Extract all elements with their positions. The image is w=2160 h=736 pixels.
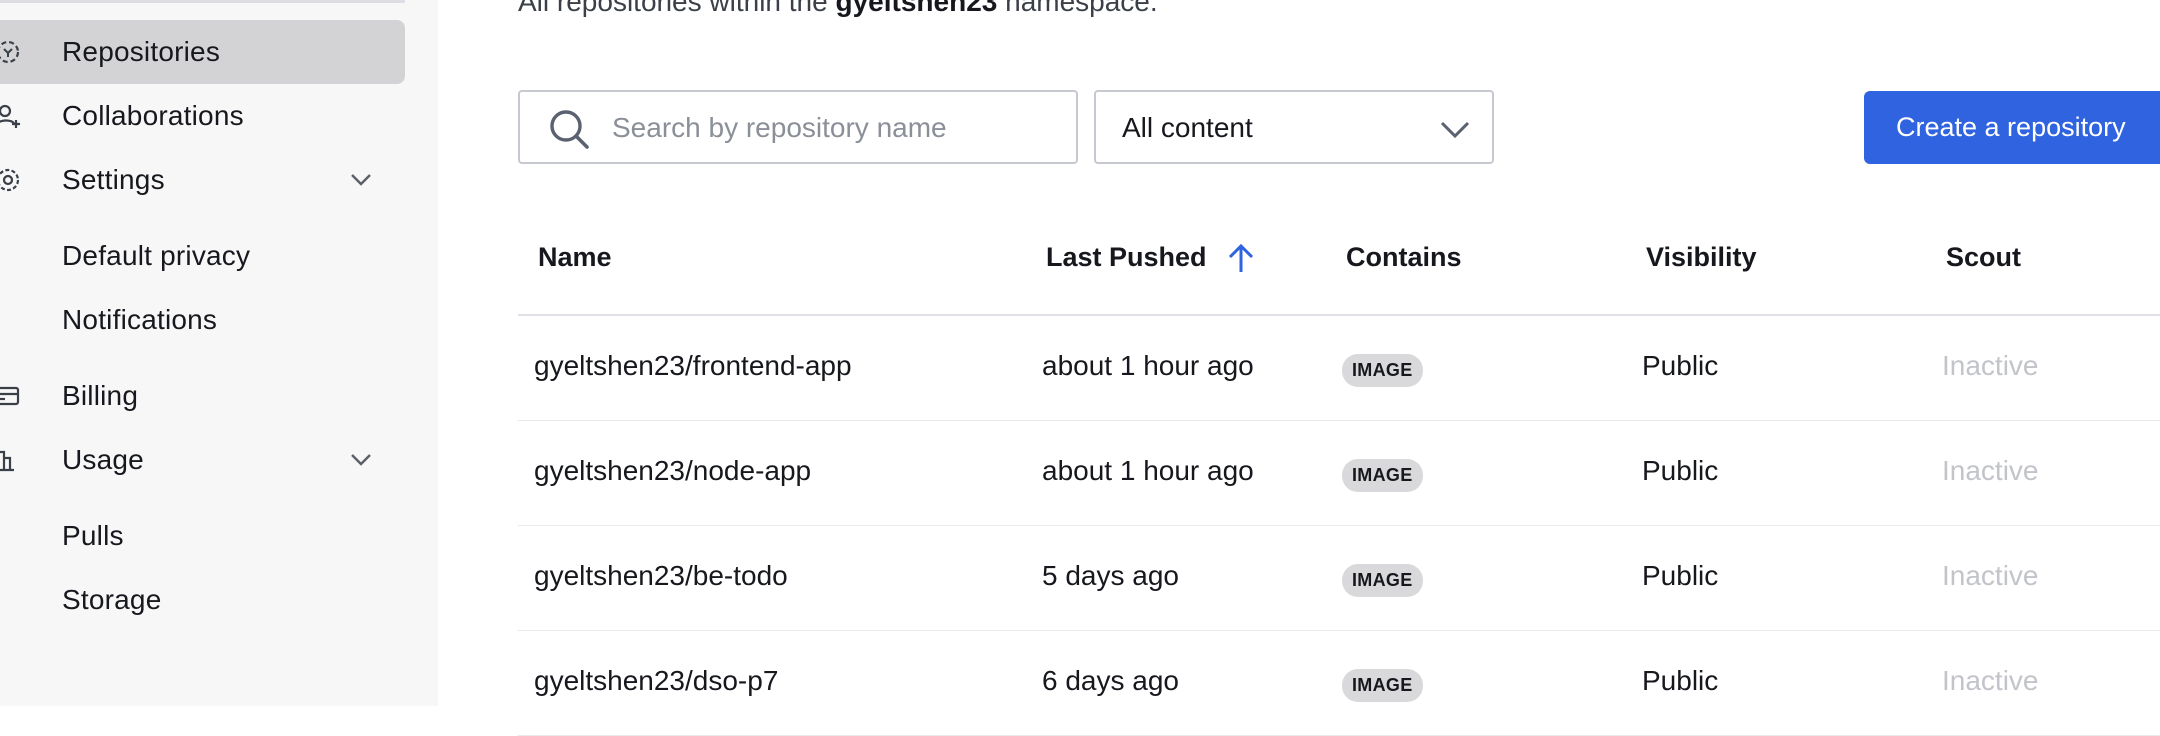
last-pushed: 5 days ago	[1042, 560, 1179, 591]
subtitle-text: namespace.	[1005, 0, 1158, 17]
content-type-badge: IMAGE	[1342, 354, 1423, 387]
sidebar-item-notifications[interactable]: Notifications	[0, 288, 405, 352]
sidebar-item-settings[interactable]: Settings	[0, 148, 405, 212]
content-filter-value: All content	[1122, 112, 1253, 143]
scout-status: Inactive	[1942, 560, 2039, 591]
sidebar-item-collaborations[interactable]: Collaborations	[0, 84, 405, 148]
sidebar-divider	[0, 0, 405, 3]
repo-name-link[interactable]: gyeltshen23/frontend-app	[534, 350, 852, 382]
content-filter-select[interactable]: All content	[1094, 90, 1494, 164]
sidebar-item-label: Default privacy	[62, 240, 251, 271]
visibility: Public	[1642, 350, 1719, 381]
content-type-badge: IMAGE	[1342, 459, 1423, 492]
table-row[interactable]: gyeltshen23/node-app about 1 hour ago IM…	[518, 421, 2160, 526]
sidebar-item-label: Storage	[62, 584, 162, 615]
gear-icon	[0, 164, 24, 196]
repositories-table: Name Last Pushed Contains Visibility Sco…	[518, 206, 2160, 736]
credit-card-icon	[0, 380, 24, 412]
sidebar-item-label: Settings	[62, 164, 165, 195]
column-header-visibility[interactable]: Visibility	[1646, 242, 1757, 273]
column-header-last-pushed[interactable]: Last Pushed	[1046, 242, 1207, 273]
visibility: Public	[1642, 665, 1719, 696]
visibility: Public	[1642, 455, 1719, 486]
visibility: Public	[1642, 560, 1719, 591]
table-row[interactable]: gyeltshen23/be-todo 5 days ago IMAGE Pub…	[518, 526, 2160, 631]
scout-status: Inactive	[1942, 455, 2039, 486]
sidebar-item-label: Pulls	[62, 520, 124, 551]
repo-name-link[interactable]: gyeltshen23/node-app	[534, 455, 811, 487]
sidebar-item-label: Repositories	[62, 36, 221, 67]
repo-name-link[interactable]: gyeltshen23/be-todo	[534, 560, 788, 592]
sidebar-item-default-privacy[interactable]: Default privacy	[0, 224, 405, 288]
scout-status: Inactive	[1942, 665, 2039, 696]
page-subtitle: All repositories within the gyeltshen23 …	[518, 0, 1158, 18]
content-type-badge: IMAGE	[1342, 564, 1423, 597]
sidebar-item-repositories[interactable]: Repositories	[0, 20, 405, 84]
sidebar: Repositories Collaborations Settings Def…	[0, 0, 438, 706]
last-pushed: about 1 hour ago	[1042, 350, 1254, 381]
content-type-badge: IMAGE	[1342, 669, 1423, 702]
sidebar-item-pulls[interactable]: Pulls	[0, 504, 405, 568]
namespace-name: gyeltshen23	[835, 0, 998, 17]
sidebar-item-storage[interactable]: Storage	[0, 568, 405, 632]
sidebar-item-billing[interactable]: Billing	[0, 364, 405, 428]
sidebar-item-usage[interactable]: Usage	[0, 428, 405, 492]
scout-status: Inactive	[1942, 350, 2039, 381]
subtitle-text: All repositories within the	[518, 0, 828, 17]
column-header-name[interactable]: Name	[538, 242, 612, 273]
chevron-down-icon[interactable]	[348, 167, 374, 193]
table-header: Name Last Pushed Contains Visibility Sco…	[518, 206, 2160, 316]
sidebar-item-label: Notifications	[62, 304, 218, 335]
sort-ascending-icon[interactable]	[1224, 242, 1258, 276]
collaborators-icon	[0, 100, 24, 132]
chevron-down-icon[interactable]	[348, 447, 374, 473]
repository-icon	[0, 36, 24, 68]
repo-name-link[interactable]: gyeltshen23/dso-p7	[534, 665, 778, 697]
search-input[interactable]	[610, 102, 1054, 154]
search-icon	[548, 108, 590, 150]
last-pushed: 6 days ago	[1042, 665, 1179, 696]
sidebar-item-label: Collaborations	[62, 100, 244, 131]
table-row[interactable]: gyeltshen23/frontend-app about 1 hour ag…	[518, 316, 2160, 421]
chevron-down-icon	[1438, 112, 1472, 146]
search-box[interactable]	[518, 90, 1078, 164]
table-row[interactable]: gyeltshen23/dso-p7 6 days ago IMAGE Publ…	[518, 631, 2160, 736]
column-header-contains[interactable]: Contains	[1346, 242, 1462, 273]
column-header-scout[interactable]: Scout	[1946, 242, 2021, 273]
create-repository-button[interactable]: Create a repository	[1864, 91, 2160, 164]
last-pushed: about 1 hour ago	[1042, 455, 1254, 486]
sidebar-item-label: Billing	[62, 380, 139, 411]
bar-chart-icon	[0, 444, 24, 476]
sidebar-item-label: Usage	[62, 444, 144, 475]
